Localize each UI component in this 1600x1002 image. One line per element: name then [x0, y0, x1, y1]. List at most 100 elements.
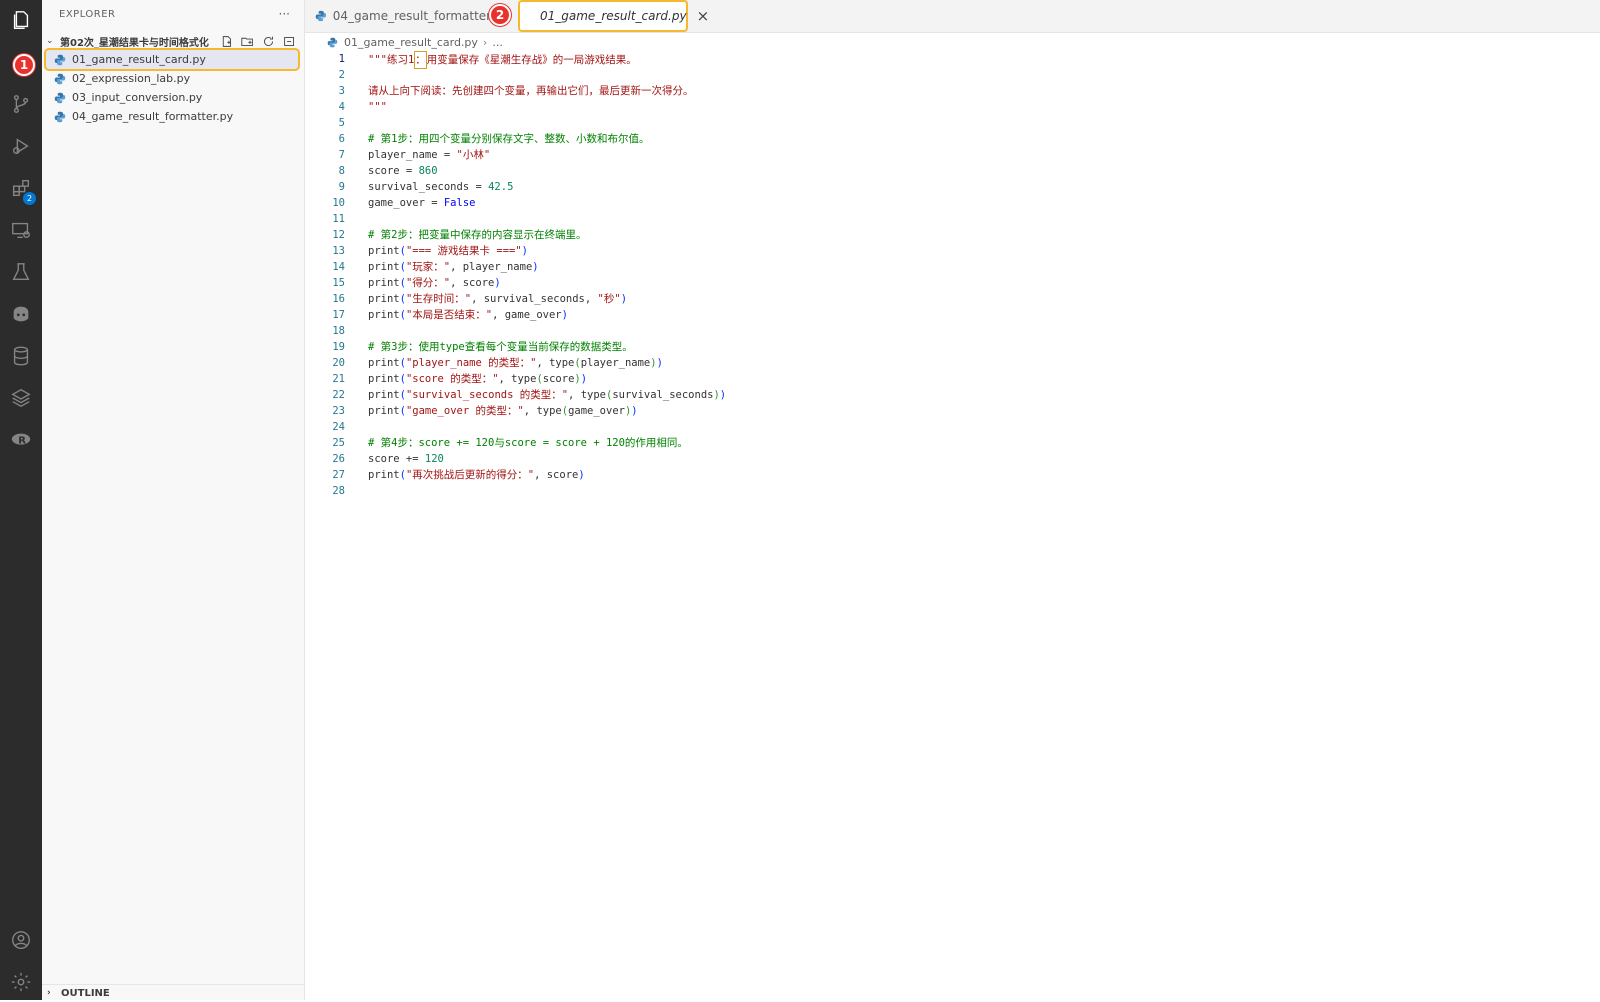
code-token: )	[521, 245, 528, 257]
chevron-right-icon: ›	[482, 35, 488, 49]
code-token: print	[368, 469, 400, 481]
code-token: print	[368, 261, 400, 273]
copilot-icon[interactable]	[0, 294, 42, 334]
code-token: "本局是否结束："	[405, 309, 493, 321]
code-token: )	[620, 293, 628, 305]
python-file-icon	[54, 92, 66, 103]
code-token: )	[580, 373, 588, 385]
line-number: 28	[332, 485, 345, 497]
line-number: 23	[332, 405, 345, 417]
code-token: "survival_seconds 的类型："	[405, 389, 569, 401]
code-token: print	[368, 277, 400, 289]
refresh-icon[interactable]	[261, 34, 275, 48]
code-token: )	[532, 261, 539, 273]
settings-icon[interactable]	[0, 962, 42, 1002]
code-token: score +=	[368, 453, 425, 465]
tab-04-game-result-formatter[interactable]: 04_game_result_formatter.py	[315, 0, 505, 32]
code-token: print	[368, 245, 400, 257]
python-file-icon	[54, 73, 66, 84]
line-number: 16	[332, 293, 345, 305]
line-number: 25	[332, 437, 345, 449]
remote-explorer-icon[interactable]	[0, 210, 42, 250]
code-token: score =	[368, 165, 419, 177]
code-editor[interactable]: 1 """练习1：用变量保存《星潮生存战》的一局游戏结果。 2 3 请从上向下阅读：…	[305, 51, 1600, 1000]
tab-01-game-result-card[interactable]: 01_game_result_card.py ×	[518, 0, 709, 32]
python-file-icon	[327, 37, 338, 47]
line-number: 12	[332, 229, 345, 241]
file-item-03[interactable]: 03_input_conversion.py	[46, 88, 298, 107]
line-number: 20	[332, 357, 345, 369]
line-number: 15	[332, 277, 345, 289]
workspace-folder[interactable]: ⌄ 第02次_星潮结果卡与时间格式化	[42, 32, 304, 50]
code-token: "player_name 的类型："	[405, 357, 537, 369]
run-debug-icon[interactable]	[0, 126, 42, 166]
code-token: """	[368, 101, 387, 113]
more-actions-icon[interactable]: ···	[279, 7, 290, 21]
line-number: 10	[332, 197, 345, 209]
line-number: 4	[338, 101, 345, 113]
collapse-all-icon[interactable]	[282, 34, 296, 48]
code-token: 用变量保存《星潮生存战》的一局游戏结果。	[426, 54, 637, 66]
file-item-01[interactable]: 01_game_result_card.py	[44, 48, 300, 71]
close-icon[interactable]: ×	[697, 7, 710, 25]
code-token: "得分："	[405, 277, 451, 289]
outline-section[interactable]: › OUTLINE	[42, 984, 304, 1001]
code-token: print	[368, 405, 400, 417]
code-token: , type	[523, 405, 562, 417]
step-badge-2: 2	[489, 4, 511, 26]
code-token: """练习1	[368, 54, 415, 66]
line-number: 6	[338, 133, 345, 145]
code-token: , type	[536, 357, 575, 369]
code-token: , player_name	[450, 261, 533, 273]
file-item-04[interactable]: 04_game_result_formatter.py	[46, 107, 298, 126]
line-number: 11	[332, 213, 345, 225]
database-icon[interactable]	[0, 336, 42, 376]
python-file-icon	[54, 54, 66, 65]
line-number: 13	[332, 245, 345, 257]
code-token: player_name =	[368, 149, 457, 161]
code-token: , score	[450, 277, 495, 289]
code-token: 120	[424, 453, 444, 465]
source-control-icon[interactable]	[0, 84, 42, 124]
code-token: "score 的类型："	[405, 373, 499, 385]
code-token: 860	[418, 165, 438, 177]
activity-bar: 2 R	[0, 0, 42, 1000]
python-file-icon	[315, 10, 327, 22]
line-number: 1	[338, 53, 345, 65]
layers-icon[interactable]	[0, 378, 42, 418]
code-token: print	[368, 309, 400, 321]
extensions-icon[interactable]: 2	[0, 168, 42, 208]
file-item-02[interactable]: 02_expression_lab.py	[46, 69, 298, 88]
code-token: survival_seconds =	[368, 181, 489, 193]
line-number: 14	[332, 261, 345, 273]
code-token: "玩家："	[405, 261, 451, 273]
code-token: , type	[568, 389, 606, 401]
new-file-icon[interactable]	[219, 34, 233, 48]
outline-title: OUTLINE	[61, 987, 110, 999]
svg-text:R: R	[18, 436, 26, 447]
account-icon[interactable]	[0, 920, 42, 960]
r-icon[interactable]: R	[0, 420, 42, 460]
code-token: ：	[414, 51, 427, 69]
code-token: "生存时间："	[405, 293, 472, 305]
code-token: , type	[498, 373, 537, 385]
code-token: )	[656, 357, 663, 369]
new-folder-icon[interactable]	[240, 34, 254, 48]
breadcrumb-file[interactable]: 01_game_result_card.py	[344, 36, 478, 49]
code-token: print	[368, 357, 400, 369]
code-token: "=== 游戏结果卡 ==="	[405, 245, 522, 257]
explorer-title: EXPLORER	[59, 9, 116, 20]
code-token: )	[561, 309, 568, 321]
code-token: 请从上向下阅读：先创建四个变量，再输出它们，最后更新一次得分。	[368, 85, 694, 97]
line-number: 21	[332, 373, 345, 385]
line-number: 2	[338, 69, 345, 81]
line-number: 22	[332, 389, 345, 401]
files-icon[interactable]	[0, 0, 42, 40]
code-token: player_name	[580, 357, 651, 369]
code-token: )	[578, 469, 585, 481]
extensions-badge: 2	[23, 192, 36, 205]
breadcrumb-more[interactable]: ...	[492, 36, 503, 49]
testing-icon[interactable]	[0, 252, 42, 292]
breadcrumb: 01_game_result_card.py › ...	[305, 33, 503, 51]
chevron-down-icon: ⌄	[46, 36, 54, 46]
